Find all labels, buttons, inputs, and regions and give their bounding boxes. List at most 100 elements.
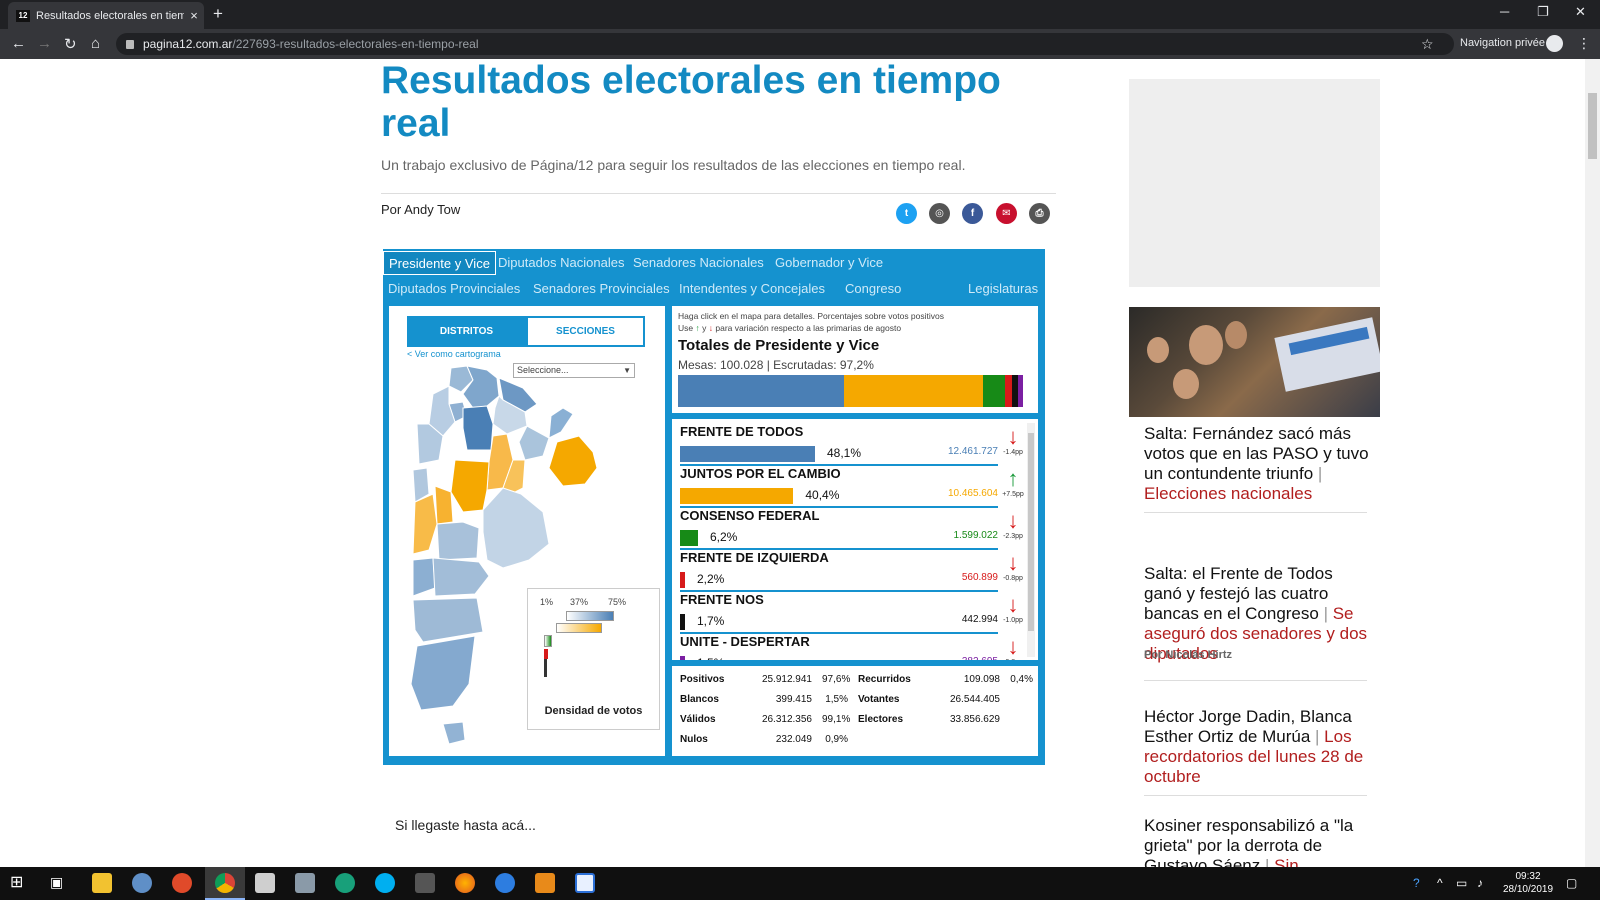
firefox-icon[interactable] — [455, 873, 475, 893]
news-section-link[interactable]: Sin — [1274, 856, 1299, 867]
party-row[interactable]: CONSENSO FEDERAL 6,2% 1.599.022 — [680, 508, 998, 550]
page-scrollbar[interactable] — [1585, 59, 1600, 867]
author-byline[interactable]: Por Andy Tow — [381, 202, 460, 217]
print-icon[interactable]: ⎙ — [1029, 203, 1050, 224]
minimize-icon[interactable]: ─ — [1500, 4, 1509, 19]
province-san-luis — [434, 485, 454, 525]
tab-1[interactable]: Diputados Nacionales — [493, 251, 629, 275]
party-row[interactable]: FRENTE DE IZQUIERDA 2,2% 560.899 — [680, 550, 998, 592]
app-icon[interactable] — [132, 873, 152, 893]
network-icon[interactable]: ▭ — [1456, 876, 1467, 890]
tab-row2-0[interactable]: Diputados Provinciales — [383, 277, 525, 301]
skype-icon[interactable] — [375, 873, 395, 893]
private-mode-label[interactable]: Navigation privée — [1460, 37, 1545, 49]
article-title: Resultados electorales en tiempo real — [381, 59, 1001, 145]
stacked-segment[interactable] — [1018, 375, 1024, 407]
news-divider — [1144, 795, 1367, 796]
news-section-link[interactable]: Elecciones nacionales — [1144, 484, 1312, 503]
windows-start-icon[interactable]: ⊞ — [10, 872, 30, 892]
stacked-segment[interactable] — [983, 375, 1005, 407]
chrome-icon[interactable] — [215, 873, 235, 893]
restore-icon[interactable]: ❐ — [1537, 4, 1549, 20]
app-icon[interactable] — [495, 873, 515, 893]
stat-label: Recurridos — [858, 674, 911, 685]
news-headline[interactable]: Salta: el Frente de Todos ganó y festejó… — [1144, 564, 1333, 623]
tab-row2-2[interactable]: Intendentes y Concejales — [674, 277, 830, 301]
tab-2[interactable]: Senadores Nacionales — [628, 251, 769, 275]
chevron-up-icon[interactable]: ^ — [1437, 876, 1443, 890]
down-arrow-icon: ↓ — [708, 323, 713, 333]
app-icon[interactable] — [415, 873, 435, 893]
party-row[interactable]: UNITE - DESPERTAR 1,5% 382.695 — [680, 634, 998, 660]
news-headline[interactable]: Kosiner responsabilizó a "la grieta" por… — [1144, 816, 1353, 867]
app-icon[interactable] — [535, 873, 555, 893]
tab-3[interactable]: Gobernador y Vice — [770, 251, 888, 275]
volume-icon[interactable]: ♪ — [1477, 876, 1483, 890]
tab-row2-1[interactable]: Senadores Provinciales — [528, 277, 675, 301]
email-icon[interactable]: ✉ — [996, 203, 1017, 224]
stacked-segment[interactable] — [1004, 375, 1013, 407]
variation-indicator: ↓ -2.3pp — [1000, 508, 1026, 541]
tab-0[interactable]: Presidente y Vice — [383, 251, 496, 275]
distritos-toggle[interactable]: DISTRITOS — [407, 316, 526, 347]
calculator-icon[interactable] — [255, 873, 275, 893]
map-panel: DISTRITOS SECCIONES < Ver como cartogram… — [389, 306, 665, 756]
news-item[interactable]: Kosiner responsabilizó a "la grieta" por… — [1144, 816, 1369, 867]
party-row[interactable]: JUNTOS POR EL CAMBIO 40,4% 10.465.604 — [680, 466, 998, 508]
notifications-icon[interactable]: ▢ — [1566, 876, 1577, 890]
party-row[interactable]: FRENTE DE TODOS 48,1% 12.461.727 — [680, 424, 998, 466]
news-divider — [1144, 512, 1367, 513]
help-icon[interactable]: ? — [1413, 876, 1420, 890]
incognito-icon[interactable] — [1546, 35, 1563, 52]
mesas-status: Mesas: 100.028 | Escrutadas: 97,2% — [678, 358, 874, 372]
page-scrollbar-thumb[interactable] — [1588, 93, 1597, 159]
close-tab-icon[interactable]: × — [184, 8, 204, 23]
app-icon[interactable] — [295, 873, 315, 893]
browser-tab[interactable]: 12 Resultados electorales en tiempo × — [8, 2, 204, 29]
twitter-icon[interactable]: t — [896, 203, 917, 224]
app-icon[interactable] — [172, 873, 192, 893]
stat-value: 399.415 — [775, 694, 812, 705]
notepad-icon[interactable] — [575, 873, 595, 893]
stat-value: 26.544.405 — [949, 694, 1000, 705]
reload-icon[interactable]: ↻ — [64, 35, 77, 53]
task-view-icon[interactable]: ▣ — [50, 874, 70, 894]
back-icon[interactable]: ← — [11, 35, 26, 52]
stat-value: 26.312.356 — [761, 714, 812, 725]
close-window-icon[interactable]: ✕ — [1575, 4, 1586, 20]
news-headline[interactable]: Salta: Fernández sacó más votos que en l… — [1144, 424, 1369, 483]
variation-hint: Use ↑ y ↓ para variación respecto a las … — [678, 323, 901, 333]
stacked-segment[interactable] — [678, 375, 844, 407]
up-arrow-icon: ↑ — [1007, 466, 1019, 491]
tab-row2-3[interactable]: Congreso — [840, 277, 906, 301]
facebook-icon[interactable]: f — [962, 203, 983, 224]
app-icon[interactable] — [335, 873, 355, 893]
photo-person — [1147, 337, 1169, 363]
party-name: JUNTOS POR EL CAMBIO — [680, 466, 841, 481]
forward-icon[interactable]: → — [37, 35, 52, 52]
stat-value: 25.912.941 — [761, 674, 812, 685]
variation-indicator: ↓ -1.0pp — [1000, 594, 1026, 625]
file-explorer-icon[interactable] — [92, 873, 112, 893]
party-row[interactable]: FRENTE NOS 1,7% 442.994 — [680, 592, 998, 634]
tab-row2-4[interactable]: Legislaturas — [963, 277, 1043, 301]
news-item[interactable]: Héctor Jorge Dadin, Blanca Esther Ortiz … — [1144, 707, 1369, 787]
news-byline[interactable]: Por Nicolás Hirtz — [1144, 649, 1232, 661]
secciones-toggle[interactable]: SECCIONES — [526, 316, 645, 347]
new-tab-icon[interactable]: + — [213, 4, 223, 24]
cartogram-link[interactable]: < Ver como cartograma — [407, 349, 501, 359]
party-name: FRENTE DE TODOS — [680, 424, 804, 439]
instagram-icon[interactable]: ◎ — [929, 203, 950, 224]
menu-icon[interactable]: ⋮ — [1577, 35, 1591, 52]
down-arrow-icon: ↓ — [1007, 508, 1019, 533]
news-photo[interactable] — [1129, 307, 1380, 417]
news-item[interactable]: Salta: Fernández sacó más votos que en l… — [1144, 424, 1369, 504]
list-scrollbar[interactable] — [1027, 423, 1035, 657]
url-input[interactable]: pagina12.com.ar/227693-resultados-electo… — [116, 33, 1454, 55]
province-buenos-aires — [482, 487, 550, 569]
bookmark-star-icon[interactable]: ☆ — [1421, 36, 1434, 53]
stacked-segment[interactable] — [843, 375, 984, 407]
system-clock[interactable]: 09:32 28/10/2019 — [1498, 870, 1558, 896]
home-icon[interactable]: ⌂ — [91, 35, 100, 52]
scrollbar-thumb[interactable] — [1028, 433, 1034, 631]
